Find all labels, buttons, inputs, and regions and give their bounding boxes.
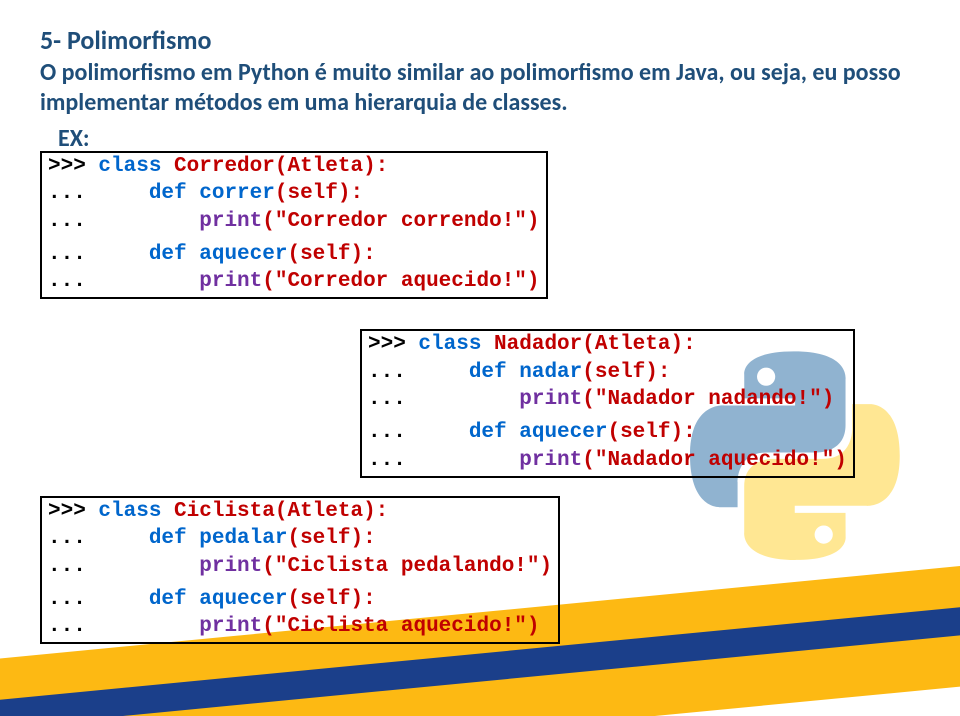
code-text: ... — [48, 210, 199, 233]
code-text: def — [149, 243, 199, 266]
code-text: >>> — [48, 500, 98, 523]
code-text: ... — [48, 588, 149, 611]
code-text: Ciclista(Atleta): — [174, 500, 388, 523]
code-text: (self): — [287, 527, 375, 550]
code-text: (self): — [287, 588, 375, 611]
code-text: nadar — [519, 361, 582, 384]
code-text: pedalar — [199, 527, 287, 550]
code-text: ... — [368, 449, 519, 472]
code-text: Nadador(Atleta): — [494, 333, 696, 356]
code-text: (self): — [582, 361, 670, 384]
code-text: ("Corredor correndo!") — [262, 210, 539, 233]
code-text: ... — [368, 421, 469, 444]
code-text: class — [418, 333, 494, 356]
code-text: ("Ciclista pedalando!") — [262, 555, 552, 578]
code-text: ... — [48, 555, 199, 578]
code-box-corredor: >>> class Corredor(Atleta): ... def corr… — [40, 151, 548, 299]
code-text: def — [149, 527, 199, 550]
code-text: print — [199, 555, 262, 578]
code-text: def — [469, 421, 519, 444]
code-text: (self): — [287, 243, 375, 266]
code-text: print — [519, 449, 582, 472]
code-text: ("Nadador nadando!") — [582, 388, 834, 411]
code-text: aquecer — [519, 421, 607, 444]
code-text: ... — [48, 182, 149, 205]
code-text: ... — [48, 270, 199, 293]
code-text: def — [149, 588, 199, 611]
code-text: ... — [368, 361, 469, 384]
code-text: ... — [48, 243, 149, 266]
example-label: EX: — [58, 124, 920, 153]
code-text: ... — [48, 527, 149, 550]
code-text: (self): — [607, 421, 695, 444]
code-text: class — [98, 500, 174, 523]
slide-description: O polimorfismo em Python é muito similar… — [40, 58, 920, 118]
code-box-nadador: >>> class Nadador(Atleta): ... def nadar… — [360, 329, 855, 477]
code-box-ciclista: >>> class Ciclista(Atleta): ... def peda… — [40, 496, 560, 644]
slide-title: 5- Polimorfismo — [40, 24, 920, 56]
code-text: ... — [48, 615, 199, 638]
code-text: print — [199, 210, 262, 233]
code-text: def — [149, 182, 199, 205]
code-text: print — [519, 388, 582, 411]
code-text: print — [199, 615, 262, 638]
code-text: >>> — [48, 155, 98, 178]
code-text: Corredor(Atleta): — [174, 155, 388, 178]
code-text: class — [98, 155, 174, 178]
code-text: print — [199, 270, 262, 293]
code-text: >>> — [368, 333, 418, 356]
code-text: ("Ciclista aquecido!") — [262, 615, 539, 638]
code-text: def — [469, 361, 519, 384]
code-text: ("Nadador aquecido!") — [582, 449, 847, 472]
code-text: ("Corredor aquecido!") — [262, 270, 539, 293]
code-text: (self): — [275, 182, 363, 205]
code-text: aquecer — [199, 243, 287, 266]
code-text: ... — [368, 388, 519, 411]
code-text: aquecer — [199, 588, 287, 611]
code-text: correr — [199, 182, 275, 205]
